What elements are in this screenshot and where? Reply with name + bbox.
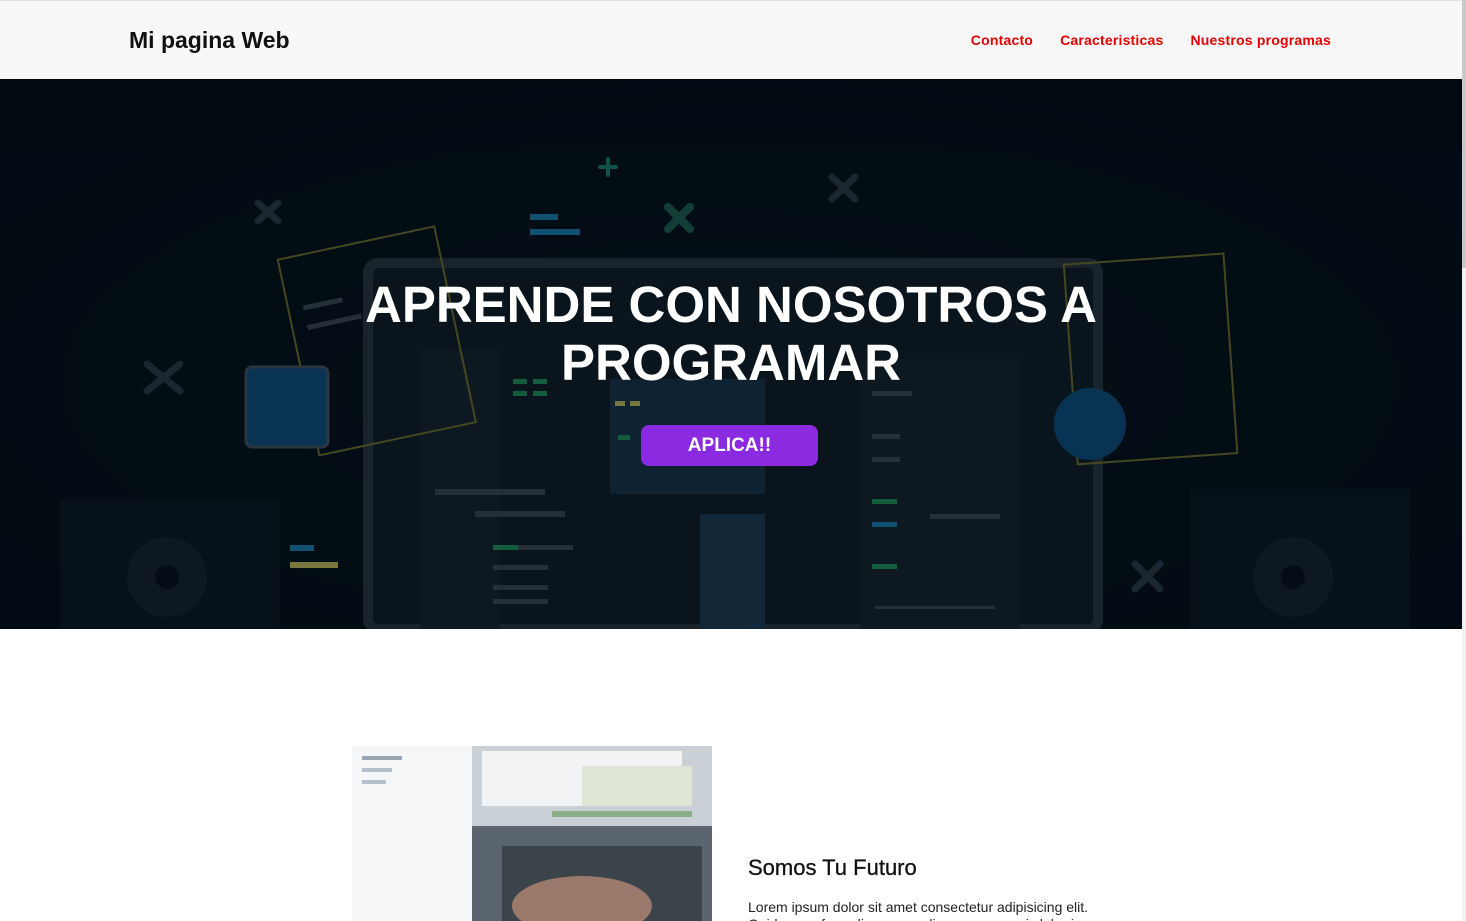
about-paragraph: Lorem ipsum dolor sit amet consectetur a… xyxy=(748,899,1089,915)
hero-section: APRENDE CON NOSOTROS A PROGRAMAR APLICA!… xyxy=(0,79,1462,629)
brand-logo[interactable]: Mi pagina Web xyxy=(129,27,290,54)
page-scrollbar-thumb[interactable] xyxy=(1462,0,1466,268)
hero-title: APRENDE CON NOSOTROS A PROGRAMAR xyxy=(0,276,1462,392)
main-nav: Contacto Caracteristicas Nuestros progra… xyxy=(971,32,1331,48)
hero-title-line-2: PROGRAMAR xyxy=(561,334,901,391)
about-title: Somos Tu Futuro xyxy=(748,855,917,880)
hero-title-line-1: APRENDE CON NOSOTROS A xyxy=(364,276,1097,333)
about-paragraph-continued: Quidem perferendis, commodi eaque, corpo… xyxy=(748,916,1118,921)
about-photo xyxy=(352,746,712,921)
laptop-photo-illustration xyxy=(352,746,712,921)
site-header: Mi pagina Web Contacto Caracteristicas N… xyxy=(0,0,1462,79)
nav-link-nuestros-programas[interactable]: Nuestros programas xyxy=(1190,32,1331,48)
apply-button[interactable]: APLICA!! xyxy=(641,425,818,466)
nav-link-caracteristicas[interactable]: Caracteristicas xyxy=(1060,32,1163,48)
nav-link-contacto[interactable]: Contacto xyxy=(971,32,1033,48)
